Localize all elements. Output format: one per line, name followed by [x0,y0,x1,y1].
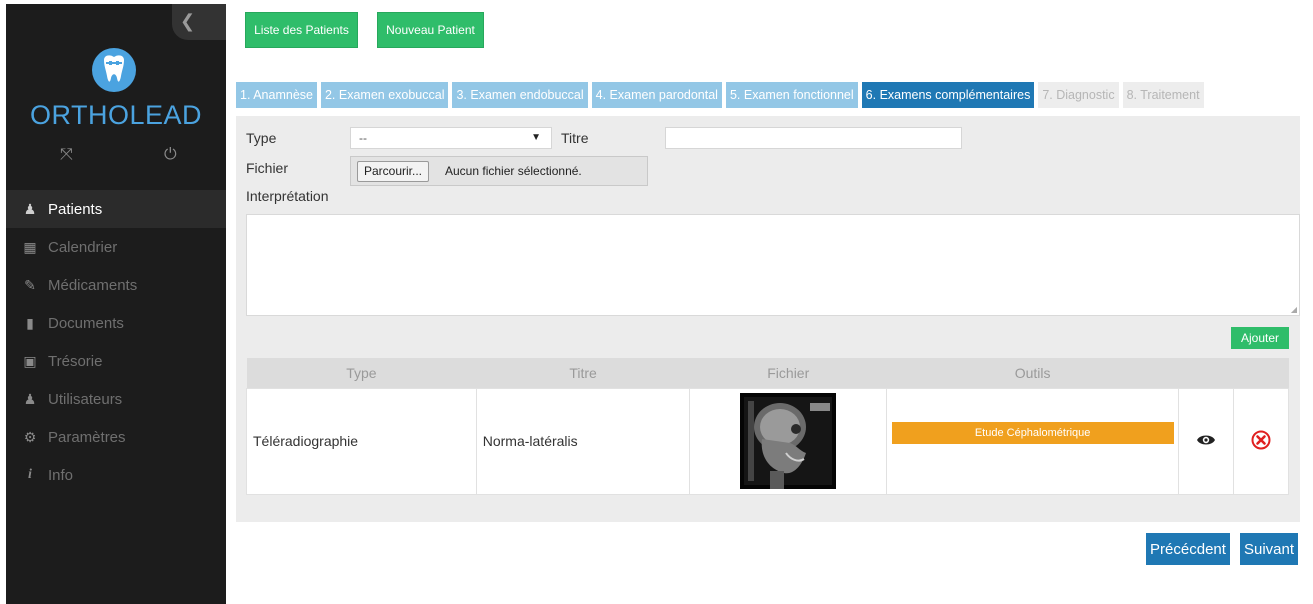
cell-fichier [689,387,888,495]
cephalometric-study-button[interactable]: Etude Céphalométrique [891,422,1174,444]
sidebar-item-label: Info [48,466,74,484]
calendar-icon: ▦ [23,238,37,255]
patient-icon: ♟ [23,200,37,217]
next-button[interactable]: Suivant [1240,533,1298,565]
tab-examen-endobuccal[interactable]: 3. Examen endobuccal [452,82,588,108]
exam-tabs: 1. Anamnèse 2. Examen exobuccal 3. Exame… [236,82,1208,108]
file-status-text: Aucun fichier sélectionné. [445,164,582,178]
sidebar-item-tresorie[interactable]: ▣ Trésorie [6,342,226,380]
sidebar-menu: ♟ Patients ▦ Calendrier ✎ Médicaments ▮ … [6,190,226,494]
safe-icon: ▣ [23,352,37,369]
cell-outils: Etude Céphalométrique [886,387,1180,495]
power-icon[interactable]: ⏻ [164,146,177,164]
tooth-logo-icon [92,48,136,92]
sidebar-item-label: Paramètres [48,428,126,446]
col-header-delete [1233,358,1289,388]
type-select[interactable]: -- ▼ [350,127,552,149]
tab-examen-parodontal[interactable]: 4. Examen parodontal [591,82,722,108]
sidebar-item-medicaments[interactable]: ✎ Médicaments [6,266,226,304]
document-icon: ▮ [26,314,34,331]
fullscreen-icon[interactable]: ⤧ [60,146,73,164]
sidebar-item-label: Utilisateurs [48,390,123,408]
col-header-titre: Titre [476,358,690,388]
fichier-label: Fichier [246,160,289,176]
cell-type: Téléradiographie [246,387,477,495]
sidebar-item-label: Calendrier [48,238,118,256]
user-icon: ♟ [23,390,37,407]
previous-button[interactable]: Précécdent [1146,533,1230,565]
table-row: Téléradiographie Norma-latéralis Etude C… [246,387,1289,495]
sidebar-item-patients[interactable]: ♟ Patients [6,190,226,228]
browse-button[interactable]: Parcourir... [357,161,430,182]
xray-thumbnail[interactable] [740,393,837,489]
collapse-sidebar-button[interactable]: ❮ [172,4,226,40]
table-header-row: Type Titre Fichier Outils [246,358,1289,388]
delete-icon[interactable] [1251,430,1271,450]
sidebar-item-label: Patients [48,200,103,218]
patient-list-button[interactable]: Liste des Patients [245,12,358,48]
titre-input[interactable] [665,127,962,149]
interpretation-label: Interprétation [246,188,329,204]
sidebar-item-calendrier[interactable]: ▦ Calendrier [6,228,226,266]
new-patient-button[interactable]: Nouveau Patient [377,12,484,48]
resize-handle-icon[interactable]: ◢ [1291,305,1297,314]
type-label: Type [246,130,277,146]
sidebar-item-parametres[interactable]: ⚙ Paramètres [6,418,226,456]
sidebar: ❮ ORTHOLEAD ⤧ ⏻ ♟ Patients ▦ Calendrier … [6,4,226,604]
col-header-type: Type [246,358,477,388]
tab-anamnese[interactable]: 1. Anamnèse [236,82,317,108]
settings-icon: ⚙ [23,428,37,445]
eye-icon[interactable] [1196,433,1216,447]
tab-examen-exobuccal[interactable]: 2. Examen exobuccal [320,82,449,108]
type-select-value: -- [359,131,367,145]
file-input[interactable]: Parcourir... Aucun fichier sélectionné. [350,156,648,186]
add-button[interactable]: Ajouter [1231,327,1289,349]
tab-examens-complementaires[interactable]: 6. Examens complémentaires [861,82,1035,108]
sidebar-item-utilisateurs[interactable]: ♟ Utilisateurs [6,380,226,418]
sidebar-item-label: Médicaments [48,276,138,294]
info-icon: i [28,467,32,482]
cell-view [1178,387,1235,495]
sidebar-item-info[interactable]: i Info [6,456,226,494]
col-header-outils: Outils [886,358,1179,388]
chevron-left-icon: ❮ [180,11,196,31]
caret-down-icon: ▼ [531,132,541,143]
exams-table: Type Titre Fichier Outils Téléradiograph… [246,358,1289,495]
exam-form-panel: Type -- ▼ Titre Fichier Parcourir... Auc… [236,116,1300,522]
tab-traitement[interactable]: 8. Traitement [1122,82,1204,108]
tab-examen-fonctionnel[interactable]: 5. Examen fonctionnel [725,82,858,108]
sidebar-item-label: Trésorie [48,352,103,370]
sidebar-item-documents[interactable]: ▮ Documents [6,304,226,342]
pill-icon: ✎ [24,276,36,293]
tab-diagnostic[interactable]: 7. Diagnostic [1038,82,1119,108]
titre-label: Titre [561,130,589,146]
interpretation-textarea[interactable]: ◢ [246,214,1300,316]
cell-delete [1233,387,1289,495]
col-header-fichier: Fichier [689,358,887,388]
col-header-view [1178,358,1234,388]
brand-name: ORTHOLEAD [29,100,203,130]
sidebar-item-label: Documents [48,314,124,332]
cell-titre: Norma-latéralis [475,387,691,495]
